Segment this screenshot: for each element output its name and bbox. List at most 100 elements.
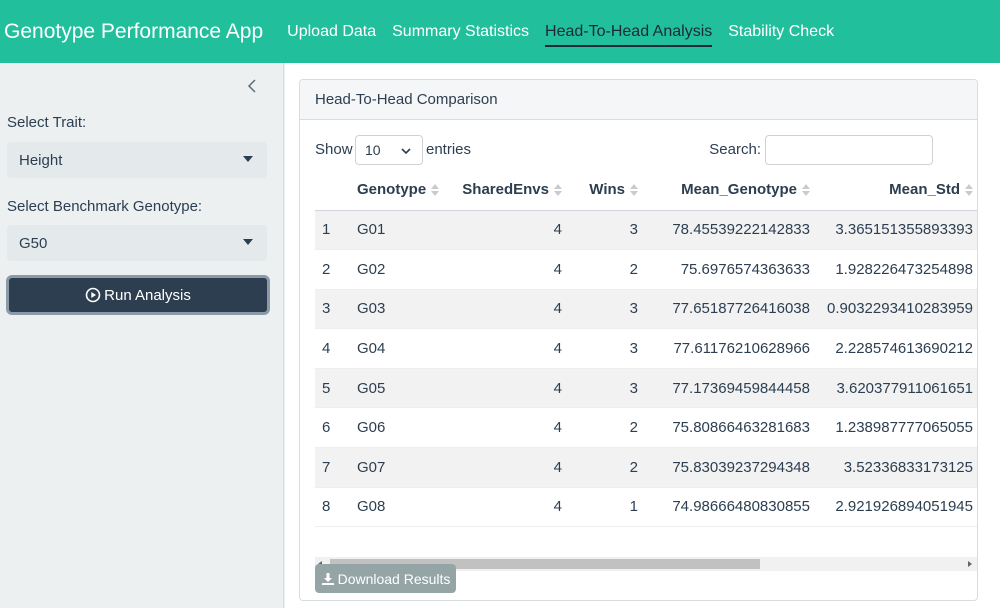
- cell-mean-std: 3.52336833173125: [814, 447, 977, 488]
- column-header-label: Mean_Genotype: [681, 181, 797, 199]
- entries-select[interactable]: 10: [355, 135, 423, 165]
- column-header-sharedenvs[interactable]: SharedEnvs: [453, 170, 566, 211]
- cell-wins: 1: [566, 487, 642, 528]
- table-row[interactable]: 8 G08 4 1 74.98666480830855 2.9219268940…: [315, 487, 977, 528]
- cell-mean-std: 3.620377911061651: [814, 368, 977, 409]
- cell-genotype: G06: [353, 407, 453, 449]
- sort-icon: [965, 184, 973, 197]
- caret-down-icon: [243, 156, 253, 162]
- column-header-label: Wins: [589, 181, 625, 199]
- cell-sharedenvs: 4: [453, 328, 566, 369]
- row-index: 5: [315, 368, 353, 409]
- tab-head-to-head-analysis[interactable]: Head-To-Head Analysis: [537, 0, 720, 63]
- cell-mean-std: 1.238987777065055: [814, 407, 977, 449]
- entries-label: entries: [426, 141, 472, 158]
- row-index: 3: [315, 289, 353, 330]
- cell-genotype: G07: [353, 447, 453, 488]
- cell-wins: 3: [566, 289, 642, 330]
- cell-sharedenvs: 4: [453, 368, 566, 409]
- cell-mean-genotype: 75.6976574363633: [642, 249, 814, 290]
- cell-mean-genotype: 77.61176210628966: [642, 328, 814, 369]
- sidebar: Select Trait: Height Select Benchmark Ge…: [0, 63, 284, 608]
- cell-genotype: G08: [353, 487, 453, 528]
- comparison-card: Head-To-Head Comparison Show 10 entries …: [299, 79, 978, 601]
- column-header-label: Mean_Std: [889, 181, 960, 199]
- cell-wins: 3: [566, 210, 642, 251]
- cell-sharedenvs: 4: [453, 249, 566, 290]
- table-controls: Show 10 entries Search:: [315, 135, 947, 165]
- sort-icon: [431, 184, 440, 197]
- table-row[interactable]: 6 G06 4 2 75.80866463281683 1.2389877770…: [315, 407, 977, 449]
- trait-label: Select Trait:: [7, 114, 87, 131]
- column-header-index: [315, 170, 353, 211]
- run-analysis-button[interactable]: Run Analysis: [6, 275, 270, 315]
- sort-icon: [554, 184, 562, 197]
- chevron-down-icon: [401, 148, 411, 155]
- main-content: Head-To-Head Comparison Show 10 entries …: [285, 63, 1000, 608]
- caret-down-icon: [243, 239, 253, 245]
- card-title: Head-To-Head Comparison: [300, 80, 977, 120]
- cell-mean-std: 1.928226473254898: [814, 249, 977, 290]
- results-table: Genotype SharedEnvs Wins Mean_Genotype M…: [315, 170, 977, 528]
- download-results-button[interactable]: Download Results: [315, 564, 456, 593]
- scroll-right-icon[interactable]: [968, 561, 972, 567]
- cell-mean-std: 2.228574613690212: [814, 328, 977, 369]
- sort-icon: [630, 184, 638, 197]
- table-row[interactable]: 4 G04 4 3 77.61176210628966 2.2285746136…: [315, 328, 977, 369]
- vertical-scrollbar[interactable]: [977, 170, 978, 601]
- column-header-mean-std[interactable]: Mean_Std: [814, 170, 977, 211]
- table-row[interactable]: 3 G03 4 3 77.65187726416038 0.9032293410…: [315, 289, 977, 330]
- cell-mean-genotype: 75.83039237294348: [642, 447, 814, 488]
- cell-genotype: G01: [353, 210, 453, 251]
- benchmark-select[interactable]: G50: [7, 225, 267, 261]
- table-row[interactable]: 7 G07 4 2 75.83039237294348 3.5233683317…: [315, 447, 977, 488]
- search-input[interactable]: [765, 135, 933, 165]
- tab-upload-data[interactable]: Upload Data: [279, 0, 384, 63]
- cell-sharedenvs: 4: [453, 289, 566, 330]
- cell-mean-genotype: 75.80866463281683: [642, 407, 814, 449]
- benchmark-label: Select Benchmark Genotype:: [7, 198, 203, 215]
- download-icon: [321, 572, 334, 585]
- cell-sharedenvs: 4: [453, 210, 566, 251]
- cell-mean-genotype: 77.65187726416038: [642, 289, 814, 330]
- column-header-wins[interactable]: Wins: [566, 170, 642, 211]
- cell-wins: 3: [566, 368, 642, 409]
- trait-select[interactable]: Height: [7, 142, 267, 178]
- column-header-label: Genotype: [357, 181, 427, 199]
- cell-mean-genotype: 74.98666480830855: [642, 487, 814, 528]
- row-index: 4: [315, 328, 353, 369]
- cell-genotype: G03: [353, 289, 453, 330]
- row-index: 7: [315, 447, 353, 488]
- cell-sharedenvs: 4: [453, 487, 566, 528]
- column-header-genotype[interactable]: Genotype: [353, 170, 453, 211]
- cell-mean-genotype: 77.17369459844458: [642, 368, 814, 409]
- table-row[interactable]: 5 G05 4 3 77.17369459844458 3.6203779110…: [315, 368, 977, 409]
- cell-mean-std: 2.921926894051945: [814, 487, 977, 528]
- run-analysis-label: Run Analysis: [104, 286, 191, 304]
- cell-mean-genotype: 78.45539222142833: [642, 210, 814, 251]
- table-header-row: Genotype SharedEnvs Wins Mean_Genotype M…: [315, 170, 977, 211]
- chevron-left-icon[interactable]: [244, 77, 262, 95]
- row-index: 6: [315, 407, 353, 449]
- cell-sharedenvs: 4: [453, 407, 566, 449]
- play-circle-icon: [85, 287, 101, 303]
- cell-wins: 2: [566, 447, 642, 488]
- show-label: Show: [315, 141, 353, 158]
- table-row[interactable]: 2 G02 4 2 75.6976574363633 1.92822647325…: [315, 249, 977, 290]
- tab-summary-statistics[interactable]: Summary Statistics: [384, 0, 537, 63]
- navbar: Genotype Performance App Upload Data Sum…: [0, 0, 1000, 63]
- cell-wins: 2: [566, 407, 642, 449]
- column-header-label: SharedEnvs: [462, 181, 549, 199]
- cell-wins: 3: [566, 328, 642, 369]
- column-header-mean-genotype[interactable]: Mean_Genotype: [642, 170, 814, 211]
- table-row[interactable]: 1 G01 4 3 78.45539222142833 3.3651513558…: [315, 210, 977, 251]
- tab-stability-check[interactable]: Stability Check: [720, 0, 842, 63]
- search-label: Search:: [709, 141, 761, 158]
- trait-select-value: Height: [19, 151, 63, 169]
- app-brand[interactable]: Genotype Performance App: [0, 20, 263, 44]
- download-results-label: Download Results: [337, 570, 451, 587]
- cell-mean-std: 3.365151355893393: [814, 210, 977, 251]
- row-index: 8: [315, 487, 353, 528]
- cell-wins: 2: [566, 249, 642, 290]
- results-table-container: Genotype SharedEnvs Wins Mean_Genotype M…: [315, 170, 977, 582]
